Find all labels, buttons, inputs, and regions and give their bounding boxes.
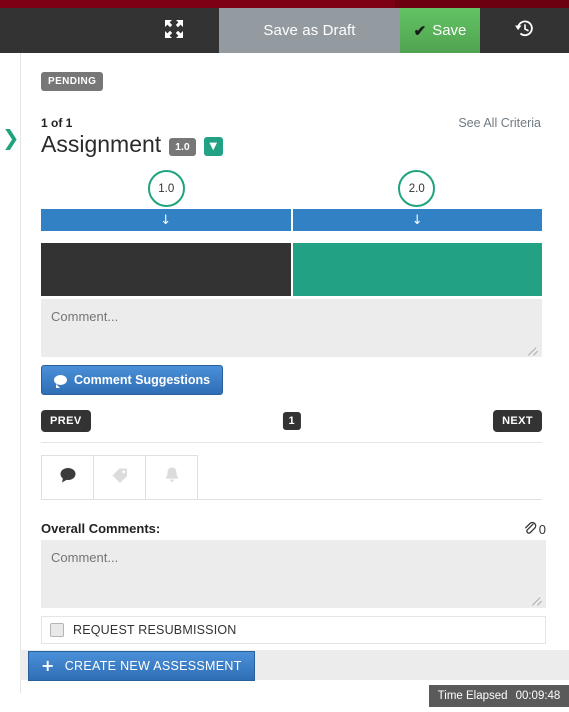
level-block-1[interactable] <box>41 243 291 296</box>
tab-comments[interactable] <box>41 455 94 499</box>
history-button[interactable] <box>505 15 545 47</box>
score-circle-2[interactable]: 2.0 <box>398 170 436 207</box>
arrow-down-icon: ↓ <box>411 212 423 228</box>
attachment-count: 0 <box>538 521 546 537</box>
criteria-count: 1 of 1 <box>41 116 73 130</box>
page-number[interactable]: 1 <box>282 412 301 430</box>
expand-fullscreen-button[interactable] <box>158 16 190 46</box>
time-elapsed-bar: Time Elapsed 00:09:48 <box>429 685 569 707</box>
divider <box>41 442 542 443</box>
create-new-assessment-label: CREATE NEW ASSESSMENT <box>64 659 242 673</box>
plus-icon: + <box>41 656 55 675</box>
next-button[interactable]: NEXT <box>493 410 542 432</box>
speech-bubble-icon <box>59 467 77 488</box>
check-icon: ✔ <box>413 22 427 40</box>
level-arrow-bar-2[interactable]: ↓ <box>292 209 542 231</box>
criterion-score-badge: 1.0 <box>169 137 196 156</box>
time-elapsed-label: Time Elapsed <box>437 690 508 702</box>
see-all-criteria-link[interactable]: See All Criteria <box>458 116 541 130</box>
criterion-title-row: Assignment 1.0 ▼ <box>41 131 223 158</box>
page-title: Assignment <box>41 131 162 157</box>
chevron-down-icon[interactable]: ▼ <box>203 137 223 156</box>
time-elapsed-value: 00:09:48 <box>515 690 561 702</box>
speech-bubble-icon <box>54 375 67 388</box>
request-resubmission-label: REQUEST RESUBMISSION <box>73 623 237 637</box>
expand-arrows-icon <box>163 18 185 45</box>
overall-comments-input[interactable] <box>41 540 546 608</box>
create-new-assessment-button[interactable]: + CREATE NEW ASSESSMENT <box>28 651 255 681</box>
tab-strip <box>41 455 542 500</box>
score-circle-row: 1.0 2.0 <box>41 170 542 207</box>
score-cell: 1.0 <box>41 170 292 207</box>
paperclip-icon <box>522 520 537 538</box>
score-circle-1[interactable]: 1.0 <box>147 170 185 207</box>
request-resubmission-checkbox[interactable] <box>50 623 64 637</box>
tag-icon <box>111 466 129 489</box>
history-revert-icon <box>514 18 536 45</box>
level-block-row <box>41 243 542 296</box>
save-label: Save <box>432 22 467 39</box>
tab-tags[interactable] <box>93 455 146 499</box>
bell-icon <box>163 466 181 489</box>
top-toolbar: Save as Draft ✔ Save <box>0 8 569 53</box>
criteria-pager: PREV 1 NEXT <box>41 410 542 432</box>
save-as-draft-label: Save as Draft <box>263 22 356 39</box>
overall-comments-label: Overall Comments: <box>41 521 161 536</box>
tab-alerts[interactable] <box>145 455 198 499</box>
level-arrow-bar-row: ↓ ↓ <box>41 209 542 231</box>
chevron-right-icon[interactable]: ❯ <box>2 125 20 151</box>
save-button[interactable]: ✔ Save <box>400 8 480 53</box>
request-resubmission-row[interactable]: REQUEST RESUBMISSION <box>41 616 546 644</box>
comment-suggestions-button[interactable]: Comment Suggestions <box>41 365 224 395</box>
brand-accent-strip-right <box>395 0 569 8</box>
arrow-down-icon: ↓ <box>160 212 172 228</box>
attachment-indicator[interactable]: 0 <box>522 520 546 538</box>
prev-button[interactable]: PREV <box>41 410 91 432</box>
status-badge: PENDING <box>41 72 104 91</box>
save-as-draft-button[interactable]: Save as Draft <box>219 8 400 53</box>
level-arrow-bar-1[interactable]: ↓ <box>41 209 291 231</box>
level-block-2[interactable] <box>292 243 542 296</box>
comment-suggestions-label: Comment Suggestions <box>74 373 211 387</box>
score-cell: 2.0 <box>292 170 543 207</box>
criterion-comment-input[interactable] <box>41 299 542 357</box>
